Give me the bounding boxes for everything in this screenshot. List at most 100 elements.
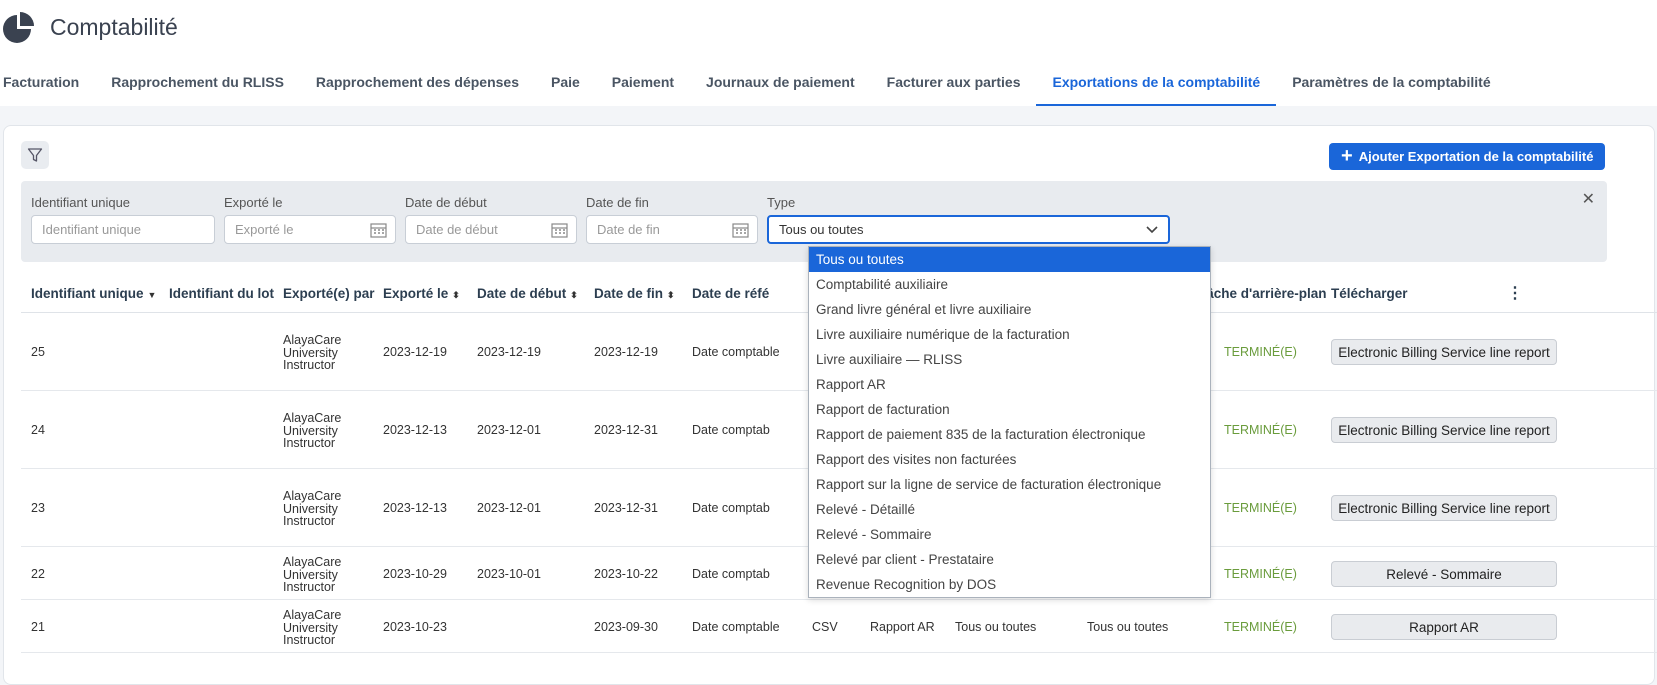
cell-by-line1: AlayaCare bbox=[283, 608, 342, 622]
col-by: Exporté(e) par bbox=[283, 286, 375, 301]
cell-end: 2023-12-31 bbox=[594, 423, 658, 437]
cell-exported: 2023-10-29 bbox=[383, 567, 447, 581]
cell-by: AlayaCare University Instructor bbox=[283, 412, 341, 450]
filter-uid: Identifiant unique Identifiant unique bbox=[31, 195, 215, 244]
col-ref: Date de réfé bbox=[692, 286, 770, 301]
filter-exported-input[interactable]: Exporté le bbox=[224, 215, 396, 244]
cell-by-line1: AlayaCare bbox=[283, 411, 342, 425]
cell-clients: Tous ou toutes bbox=[1087, 620, 1169, 634]
dropdown-option[interactable]: Rapport de facturation bbox=[809, 397, 1210, 422]
download-button[interactable]: Electronic Billing Service line report bbox=[1331, 339, 1557, 365]
sort-desc-icon: ▼ bbox=[147, 290, 157, 300]
page-title: Comptabilité bbox=[50, 14, 178, 40]
filter-start-placeholder: Date de début bbox=[416, 222, 498, 237]
col-exported[interactable]: Exporté le ⬍ bbox=[383, 286, 460, 301]
col-batch: Identifiant du lot bbox=[169, 286, 274, 301]
calendar-icon[interactable] bbox=[732, 222, 749, 238]
tab-rapprochement-rliss[interactable]: Rapprochement du RLISS bbox=[95, 68, 300, 106]
status-badge: TERMINÉ(E) bbox=[1224, 501, 1297, 515]
table-row[interactable]: 21 AlayaCare University Instructor 2023-10… bbox=[21, 600, 1657, 653]
calendar-icon[interactable] bbox=[370, 222, 387, 238]
cell-start: 2023-12-01 bbox=[477, 423, 541, 437]
cell-exported: 2023-12-19 bbox=[383, 345, 447, 359]
cell-by: AlayaCare University Instructor bbox=[283, 490, 341, 528]
download-button[interactable]: Electronic Billing Service line report bbox=[1331, 495, 1557, 521]
type-select[interactable]: Tous ou toutes bbox=[767, 215, 1170, 244]
close-filters-icon[interactable]: ✕ bbox=[1582, 189, 1595, 209]
sort-icon: ⬍ bbox=[667, 290, 675, 300]
col-start[interactable]: Date de début ⬍ bbox=[477, 286, 578, 301]
dropdown-option[interactable]: Tous ou toutes bbox=[809, 247, 1210, 272]
sort-icon: ⬍ bbox=[452, 290, 460, 300]
filter-end-input[interactable]: Date de fin bbox=[586, 215, 758, 244]
download-button[interactable]: Electronic Billing Service line report bbox=[1331, 417, 1557, 443]
filter-start-input[interactable]: Date de début bbox=[405, 215, 577, 244]
col-end[interactable]: Date de fin ⬍ bbox=[594, 286, 675, 301]
download-button[interactable]: Relevé - Sommaire bbox=[1331, 561, 1557, 587]
download-button[interactable]: Rapport AR bbox=[1331, 614, 1557, 640]
cell-exported: 2023-10-23 bbox=[383, 620, 447, 634]
type-select-value: Tous ou toutes bbox=[779, 222, 864, 237]
dropdown-option[interactable]: Rapport sur la ligne de service de factu… bbox=[809, 472, 1210, 497]
filter-end-label: Date de fin bbox=[586, 195, 649, 210]
cell-start: 2023-12-19 bbox=[477, 345, 541, 359]
add-export-button[interactable]: + Ajouter Exportation de la comptabilité bbox=[1329, 143, 1606, 170]
cell-by-line1: AlayaCare bbox=[283, 555, 342, 569]
dropdown-option[interactable]: Livre auxiliaire — RLISS bbox=[809, 347, 1210, 372]
tab-parametres[interactable]: Paramètres de la comptabilité bbox=[1276, 68, 1506, 106]
column-menu-icon[interactable]: ⋮ bbox=[1507, 283, 1523, 303]
filter-uid-label: Identifiant unique bbox=[31, 195, 131, 210]
cell-uid: 21 bbox=[31, 620, 45, 634]
filter-start-label: Date de début bbox=[405, 195, 487, 210]
col-download: Télécharger bbox=[1331, 286, 1408, 301]
dropdown-option[interactable]: Rapport de paiement 835 de la facturatio… bbox=[809, 422, 1210, 447]
status-badge: TERMINÉ(E) bbox=[1224, 423, 1297, 437]
filter-uid-input[interactable]: Identifiant unique bbox=[31, 215, 215, 244]
tab-rapprochement-depenses[interactable]: Rapprochement des dépenses bbox=[300, 68, 535, 106]
cell-format: CSV bbox=[812, 620, 838, 634]
col-task: Tâche d'arrière-plan bbox=[1198, 286, 1327, 301]
cell-uid: 23 bbox=[31, 501, 45, 515]
dropdown-option[interactable]: Rapport AR bbox=[809, 372, 1210, 397]
dropdown-option[interactable]: Revenue Recognition by DOS bbox=[809, 572, 1210, 597]
tab-paiement[interactable]: Paiement bbox=[596, 68, 690, 106]
dropdown-option[interactable]: Livre auxiliaire numérique de la factura… bbox=[809, 322, 1210, 347]
cell-end: 2023-10-22 bbox=[594, 567, 658, 581]
cell-end: 2023-12-19 bbox=[594, 345, 658, 359]
tab-facturation[interactable]: Facturation bbox=[0, 68, 95, 106]
dropdown-option[interactable]: Rapport des visites non facturées bbox=[809, 447, 1210, 472]
dropdown-option[interactable]: Relevé par client - Prestataire bbox=[809, 547, 1210, 572]
cell-start: 2023-10-01 bbox=[477, 567, 541, 581]
tab-facturer-parties[interactable]: Facturer aux parties bbox=[871, 68, 1037, 106]
dropdown-option[interactable]: Comptabilité auxiliaire bbox=[809, 272, 1210, 297]
tab-journaux-paiement[interactable]: Journaux de paiement bbox=[690, 68, 871, 106]
cell-end: 2023-09-30 bbox=[594, 620, 658, 634]
tab-bar: Facturation Rapprochement du RLISS Rappr… bbox=[0, 68, 1507, 106]
chevron-down-icon bbox=[1146, 226, 1158, 234]
cell-ref: Date comptab bbox=[692, 567, 770, 581]
col-uid[interactable]: Identifiant unique ▼ bbox=[31, 286, 156, 301]
cell-by: AlayaCare University Instructor bbox=[283, 556, 341, 594]
dropdown-option[interactable]: Relevé - Détaillé bbox=[809, 497, 1210, 522]
tab-paie[interactable]: Paie bbox=[535, 68, 596, 106]
cell-start: 2023-12-01 bbox=[477, 501, 541, 515]
pie-chart-icon bbox=[3, 12, 34, 43]
tab-exportations[interactable]: Exportations de la comptabilité bbox=[1036, 68, 1277, 106]
filter-type: Type Tous ou toutes bbox=[767, 195, 1170, 244]
dropdown-option[interactable]: Grand livre général et livre auxiliaire bbox=[809, 297, 1210, 322]
calendar-icon[interactable] bbox=[551, 222, 568, 238]
col-start-label: Date de début bbox=[477, 286, 567, 301]
status-badge: TERMINÉ(E) bbox=[1224, 345, 1297, 359]
filter-end: Date de fin Date de fin bbox=[586, 195, 758, 244]
dropdown-option[interactable]: Relevé - Sommaire bbox=[809, 522, 1210, 547]
cell-end: 2023-12-31 bbox=[594, 501, 658, 515]
cell-by-line3: Instructor bbox=[283, 358, 336, 372]
add-export-label: Ajouter Exportation de la comptabilité bbox=[1358, 149, 1594, 164]
filter-toggle-button[interactable] bbox=[21, 141, 49, 169]
cell-by-line3: Instructor bbox=[283, 580, 336, 594]
cell-by-line3: Instructor bbox=[283, 436, 336, 450]
cell-uid: 25 bbox=[31, 345, 45, 359]
cell-by: AlayaCare University Instructor bbox=[283, 609, 341, 647]
cell-by-line3: Instructor bbox=[283, 514, 336, 528]
status-badge: TERMINÉ(E) bbox=[1224, 567, 1297, 581]
